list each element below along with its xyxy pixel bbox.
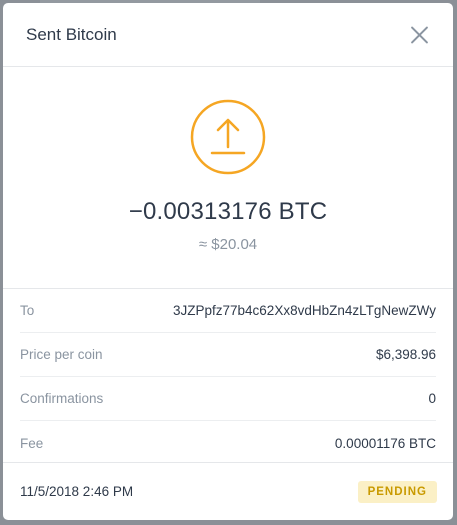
fiat-value: ≈ $20.04 <box>198 236 258 253</box>
detail-label: Fee <box>20 435 44 451</box>
detail-row-price: Price per coin $6,398.96 <box>20 333 436 377</box>
detail-label: Price per coin <box>20 347 103 362</box>
detail-label: Confirmations <box>20 391 104 406</box>
detail-row-fee: Fee 0.00001176 BTC <box>20 421 436 465</box>
confirmations-count: 0 <box>428 391 436 406</box>
modal-footer: 11/5/2018 2:46 PM PENDING <box>3 462 453 520</box>
modal-header: Sent Bitcoin <box>3 3 453 67</box>
transaction-amount: −0.00313176 BTC <box>128 198 328 225</box>
transaction-details: To 3JZPpfz77b4c62Xx8vdHbZn4zLTgNewZWy Pr… <box>3 289 453 465</box>
detail-label: To <box>20 303 35 318</box>
detail-row-to: To 3JZPpfz77b4c62Xx8vdHbZn4zLTgNewZWy <box>20 289 436 333</box>
modal-title: Sent Bitcoin <box>26 24 117 44</box>
status-badge: PENDING <box>357 480 437 503</box>
transaction-summary: −0.00313176 BTC ≈ $20.04 <box>3 67 453 289</box>
fee-amount: 0.00001176 BTC <box>334 435 436 451</box>
price-per-coin: $6,398.96 <box>375 347 436 362</box>
detail-row-confirmations: Confirmations 0 <box>20 377 436 421</box>
send-arrow-icon <box>190 99 266 175</box>
recipient-address: 3JZPpfz77b4c62Xx8vdHbZn4zLTgNewZWy <box>173 303 436 318</box>
transaction-timestamp: 11/5/2018 2:46 PM <box>20 484 134 499</box>
close-icon[interactable] <box>407 23 431 47</box>
transaction-modal: Sent Bitcoin −0.00313176 BTC ≈ $20.04 To… <box>3 3 453 520</box>
